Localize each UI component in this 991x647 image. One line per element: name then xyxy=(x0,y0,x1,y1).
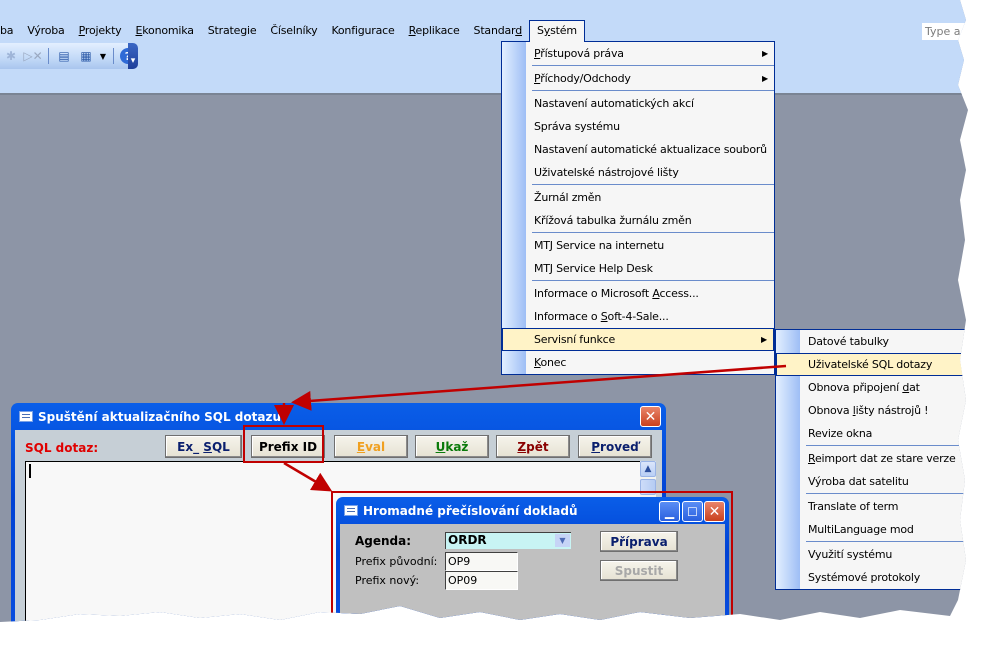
submenu-item-obnova-listy[interactable]: Obnova lišty nástrojů ! xyxy=(776,399,968,422)
menu-item-prichody-odchody[interactable]: Příchody/Odchody ▶ xyxy=(502,67,774,90)
agenda-select[interactable]: ORDR ▼ xyxy=(445,532,571,549)
submenu-item[interactable]: Systémové protokoly xyxy=(776,566,968,589)
menu-item[interactable]: Křížová tabulka žurnálu změn xyxy=(502,209,774,232)
agenda-value: ORDR xyxy=(448,533,487,547)
service-submenu: Datové tabulky Uživatelské SQL dotazy Ob… xyxy=(775,329,968,590)
prefix-old-label: Prefix původní: xyxy=(355,555,438,568)
renumber-documents-window: Hromadné přečíslování dokladů ▁ ☐ ✕ Agen… xyxy=(336,497,729,622)
prefix-id-button[interactable]: Prefix ID xyxy=(251,435,325,458)
agenda-label: Agenda: xyxy=(355,534,412,548)
minimize-button[interactable]: ▁ xyxy=(659,501,680,522)
scroll-up-button[interactable]: ▲ xyxy=(640,461,656,477)
chevron-down-icon[interactable]: ▼ xyxy=(555,534,570,547)
dropdown-icon[interactable]: ▼ xyxy=(99,47,107,65)
menu-ciselniky[interactable]: Číselníky xyxy=(263,21,324,41)
window-body: Agenda: ORDR ▼ Prefix původní: OP9 Prefi… xyxy=(340,524,725,622)
menu-item-info-access[interactable]: Informace o Microsoft Access... xyxy=(502,282,774,305)
ukaz-button[interactable]: Ukaž xyxy=(415,435,489,458)
priprava-button[interactable]: Příprava xyxy=(600,531,678,552)
close-button[interactable]: ✕ xyxy=(704,501,725,522)
window-titlebar[interactable]: Spuštění aktualizačního SQL dotazu xyxy=(15,403,662,430)
ex-sql-button[interactable]: Ex_ S QL xyxy=(165,435,242,458)
system-menu: Přístupová práva ▶ Příchody/Odchody ▶ Nast… xyxy=(501,41,775,375)
close-button[interactable]: ✕ xyxy=(640,406,661,427)
submenu-item[interactable]: Datové tabulky xyxy=(776,330,968,353)
submenu-item[interactable]: Revize okna xyxy=(776,422,968,445)
menu-item[interactable]: Žurnál změn xyxy=(502,186,774,209)
submenu-arrow-icon: ▶ xyxy=(762,49,768,58)
menu-projekty[interactable]: Projekty xyxy=(72,21,129,41)
menu-bar: ba Výroba Projekty Ekonomika Strategie Č… xyxy=(0,20,585,42)
menu-item[interactable]: Správa systému xyxy=(502,115,774,138)
menu-strategie[interactable]: Strategie xyxy=(201,21,264,41)
menu-item[interactable]: Uživatelské nástrojové lišty xyxy=(502,161,774,184)
submenu-item-sql-dotazy[interactable]: Uživatelské SQL dotazy xyxy=(776,353,968,376)
menu-item-pristupova-prava[interactable]: Přístupová práva ▶ xyxy=(502,42,774,65)
maximize-button[interactable]: ☐ xyxy=(682,501,703,522)
form-icon[interactable]: ▤ xyxy=(55,47,73,65)
menu-item-konec[interactable]: Konec xyxy=(502,351,774,374)
sql-query-label: SQL dotaz: xyxy=(25,441,99,455)
menu-item[interactable]: MTJ Service na internetu xyxy=(502,234,774,257)
menu-ekonomika[interactable]: Ekonomika xyxy=(129,21,201,41)
toolbar: ✱ ▷✕ ▤ ▦ ▼ ? ▾ xyxy=(0,43,138,69)
text-cursor xyxy=(29,464,31,478)
menu-item-info-soft4sale[interactable]: Informace o Soft-4-Sale... xyxy=(502,305,774,328)
submenu-arrow-icon: ▶ xyxy=(761,335,767,344)
proved-button[interactable]: Proveď xyxy=(578,435,652,458)
ask-question-box[interactable]: Type a q xyxy=(922,23,968,40)
menu-konfigurace[interactable]: Konfigurace xyxy=(324,21,401,41)
zpet-button[interactable]: Zpět xyxy=(496,435,570,458)
window-title: Hromadné přečíslování dokladů xyxy=(363,503,578,518)
scroll-thumb[interactable] xyxy=(640,479,656,495)
menu-item[interactable]: Nastavení automatické aktualizace soubor… xyxy=(502,138,774,161)
submenu-item[interactable]: Výroba dat satelitu xyxy=(776,470,968,493)
prefix-new-label: Prefix nový: xyxy=(355,574,420,587)
spustit-button[interactable]: Spustit xyxy=(600,560,678,581)
submenu-item[interactable]: Využití systému xyxy=(776,543,968,566)
delete-icon[interactable]: ▷✕ xyxy=(23,47,42,65)
toolbar-separator xyxy=(113,48,114,64)
menu-item[interactable]: MTJ Service Help Desk xyxy=(502,257,774,280)
application-chrome: ba Výroba Projekty Ekonomika Strategie Č… xyxy=(0,0,968,95)
new-object-icon[interactable]: ▦ xyxy=(77,47,95,65)
toolbar-separator xyxy=(48,48,49,64)
submenu-item-reimport[interactable]: Reimport dat ze stare verze xyxy=(776,447,968,470)
prefix-old-input[interactable]: OP9 xyxy=(445,552,518,571)
eval-button[interactable]: Eval xyxy=(334,435,408,458)
menu-vyroba-prev[interactable]: ba xyxy=(0,21,20,41)
menu-item[interactable]: Nastavení automatických akcí xyxy=(502,92,774,115)
menu-vyroba[interactable]: Výroba xyxy=(20,21,71,41)
form-icon xyxy=(19,411,33,422)
access-workspace: ba Výroba Projekty Ekonomika Strategie Č… xyxy=(0,0,968,622)
pin-icon[interactable]: ✱ xyxy=(2,47,20,65)
submenu-item[interactable]: MultiLanguage mod xyxy=(776,518,968,541)
submenu-arrow-icon: ▶ xyxy=(762,74,768,83)
prefix-new-input[interactable]: OP09 xyxy=(445,571,518,590)
window-title: Spuštění aktualizačního SQL dotazu xyxy=(38,409,281,424)
submenu-item-obnova-pripojeni[interactable]: Obnova připojení dat xyxy=(776,376,968,399)
toolbar-options-icon[interactable]: ▾ xyxy=(128,43,138,69)
menu-replikace[interactable]: Replikace xyxy=(402,21,467,41)
menu-item-servisni-funkce[interactable]: Servisní funkce ▶ xyxy=(502,328,774,351)
menu-system[interactable]: Systém xyxy=(529,20,585,42)
form-icon xyxy=(344,505,358,516)
submenu-item[interactable]: Translate of term xyxy=(776,495,968,518)
menu-standard[interactable]: Standard xyxy=(467,21,529,41)
